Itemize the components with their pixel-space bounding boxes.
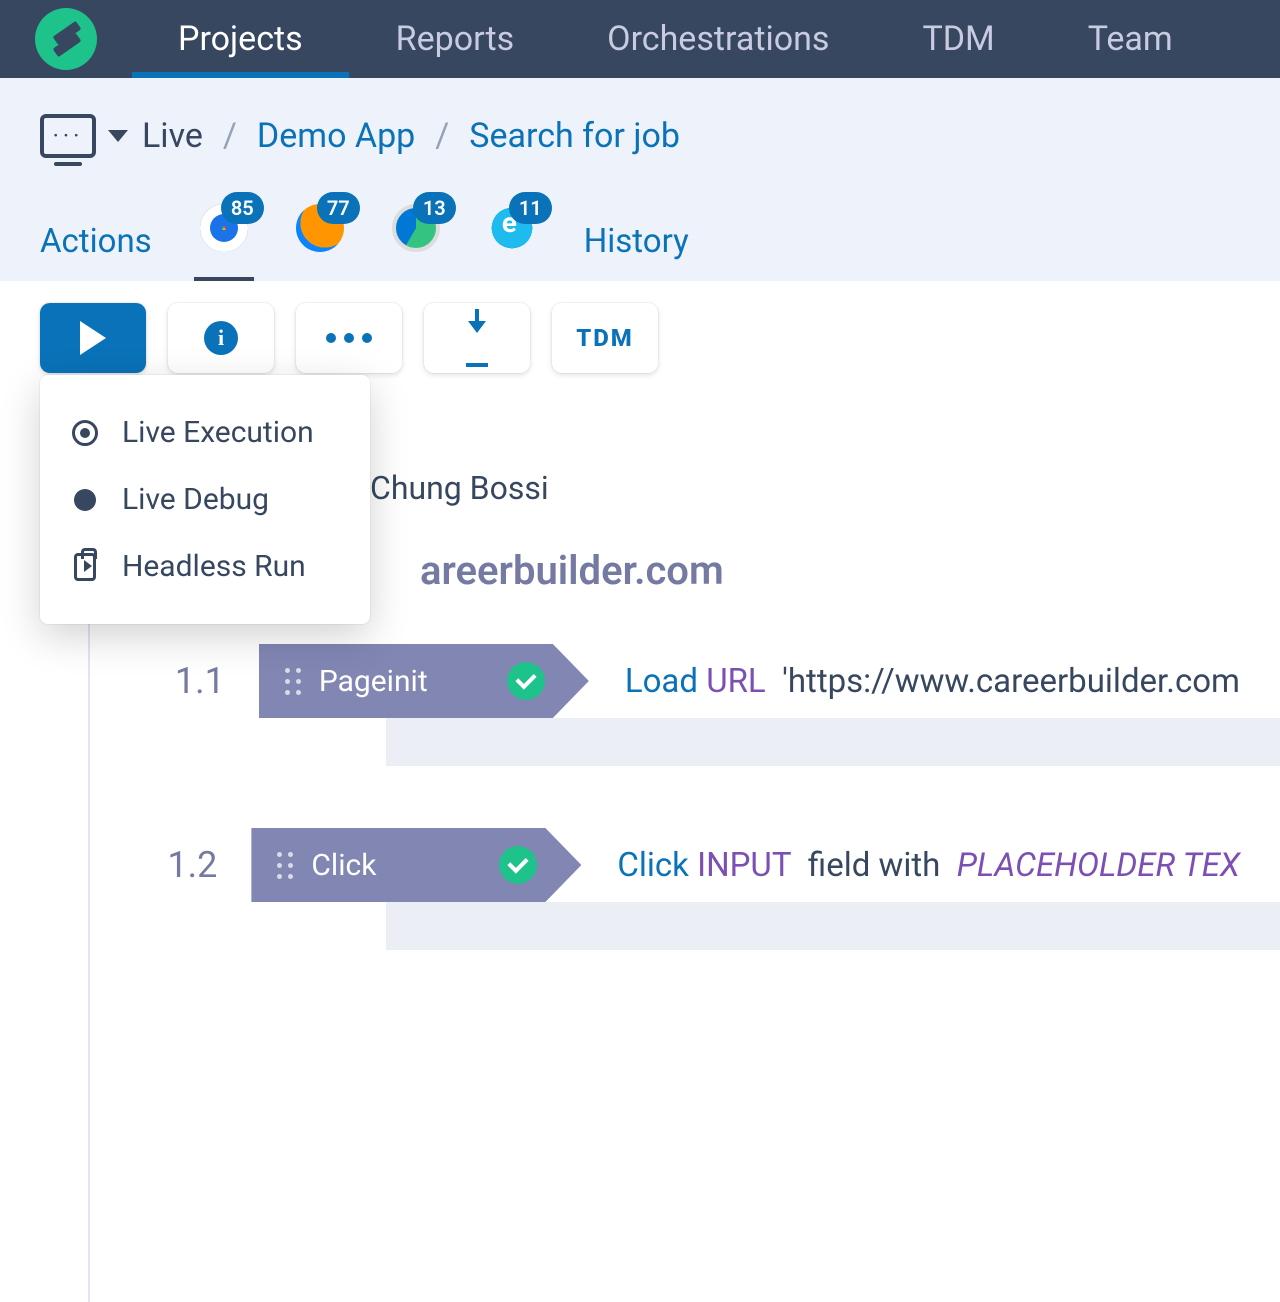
check-icon xyxy=(499,846,537,884)
step-chip-label: Pageinit xyxy=(319,664,428,699)
step-description: Load URL 'https://www.careerbuilder.com xyxy=(625,644,1240,701)
info-icon: i xyxy=(204,321,238,355)
drag-handle-icon[interactable] xyxy=(277,852,293,879)
nav-tdm[interactable]: TDM xyxy=(876,0,1041,78)
download-icon xyxy=(466,309,488,337)
clipboard-play-icon xyxy=(74,553,96,581)
tab-history[interactable]: History xyxy=(584,222,689,281)
step-row[interactable]: 1.1 Pageinit Load URL 'https://www.caree… xyxy=(90,644,1240,718)
top-nav: Projects Reports Orchestrations TDM Team xyxy=(0,0,1280,78)
breadcrumb-separator: / xyxy=(223,116,237,156)
info-button[interactable]: i xyxy=(168,303,274,373)
more-button[interactable] xyxy=(296,303,402,373)
step-number: 1.2 xyxy=(90,828,227,886)
main-content: i TDM Live Execution Live Debug Headless… xyxy=(0,281,1280,902)
step-row[interactable]: 1.2 Click Click INPUT field with PLACEHO… xyxy=(90,828,1240,902)
nav-reports[interactable]: Reports xyxy=(350,0,562,78)
dropdown-item-label: Live Debug xyxy=(122,482,269,517)
tab-browser-chrome[interactable]: 85 xyxy=(200,204,248,281)
detail-tabs: Actions 85 77 13 11 History xyxy=(40,204,1240,281)
breadcrumb-live: Live xyxy=(142,116,203,156)
dropdown-item-label: Live Execution xyxy=(122,415,314,450)
eye-icon xyxy=(72,420,98,446)
dropdown-item-label: Headless Run xyxy=(122,549,306,584)
dots-horizontal-icon xyxy=(326,333,372,343)
breadcrumb-test[interactable]: Search for job xyxy=(469,116,680,156)
monitor-icon: ··· xyxy=(40,114,96,158)
tab-browser-firefox[interactable]: 77 xyxy=(296,204,344,281)
badge-count: 85 xyxy=(221,192,264,224)
step-number: 1.1 xyxy=(90,644,235,702)
breadcrumb: ··· Live / Demo App / Search for job xyxy=(40,114,1240,158)
app-logo[interactable] xyxy=(0,0,132,78)
tab-browser-edge[interactable]: 13 xyxy=(392,204,440,281)
chevron-down-icon xyxy=(108,130,128,142)
dropdown-headless-run[interactable]: Headless Run xyxy=(40,533,370,600)
badge-count: 13 xyxy=(413,192,456,224)
subheader: ··· Live / Demo App / Search for job Act… xyxy=(0,78,1280,281)
breadcrumb-separator: / xyxy=(435,116,449,156)
run-dropdown: Live Execution Live Debug Headless Run xyxy=(40,375,370,624)
play-icon xyxy=(80,321,106,355)
run-button[interactable] xyxy=(40,303,146,373)
environment-selector[interactable]: ··· xyxy=(40,114,128,158)
step-type-chip[interactable]: Click xyxy=(251,828,581,902)
step-type-chip[interactable]: Pageinit xyxy=(259,644,589,718)
action-toolbar: i TDM xyxy=(40,303,1240,373)
check-icon xyxy=(507,662,545,700)
tab-browser-ie[interactable]: 11 xyxy=(488,204,536,281)
step-substrate xyxy=(386,902,1280,950)
step-description: Click INPUT field with PLACEHOLDER TEX xyxy=(617,828,1240,885)
nav-orchestrations[interactable]: Orchestrations xyxy=(561,0,876,78)
dot-icon xyxy=(74,489,96,511)
step-substrate xyxy=(386,718,1280,766)
nav-projects[interactable]: Projects xyxy=(132,0,350,78)
drag-handle-icon[interactable] xyxy=(285,668,301,695)
dropdown-live-execution[interactable]: Live Execution xyxy=(40,399,370,466)
nav-team[interactable]: Team xyxy=(1042,0,1220,78)
step-chip-label: Click xyxy=(311,848,376,883)
badge-count: 77 xyxy=(317,192,360,224)
tab-actions[interactable]: Actions xyxy=(40,222,152,281)
breadcrumb-app[interactable]: Demo App xyxy=(257,116,415,156)
badge-count: 11 xyxy=(509,192,552,224)
tdm-button[interactable]: TDM xyxy=(552,303,658,373)
download-button[interactable] xyxy=(424,303,530,373)
dropdown-live-debug[interactable]: Live Debug xyxy=(40,466,370,533)
